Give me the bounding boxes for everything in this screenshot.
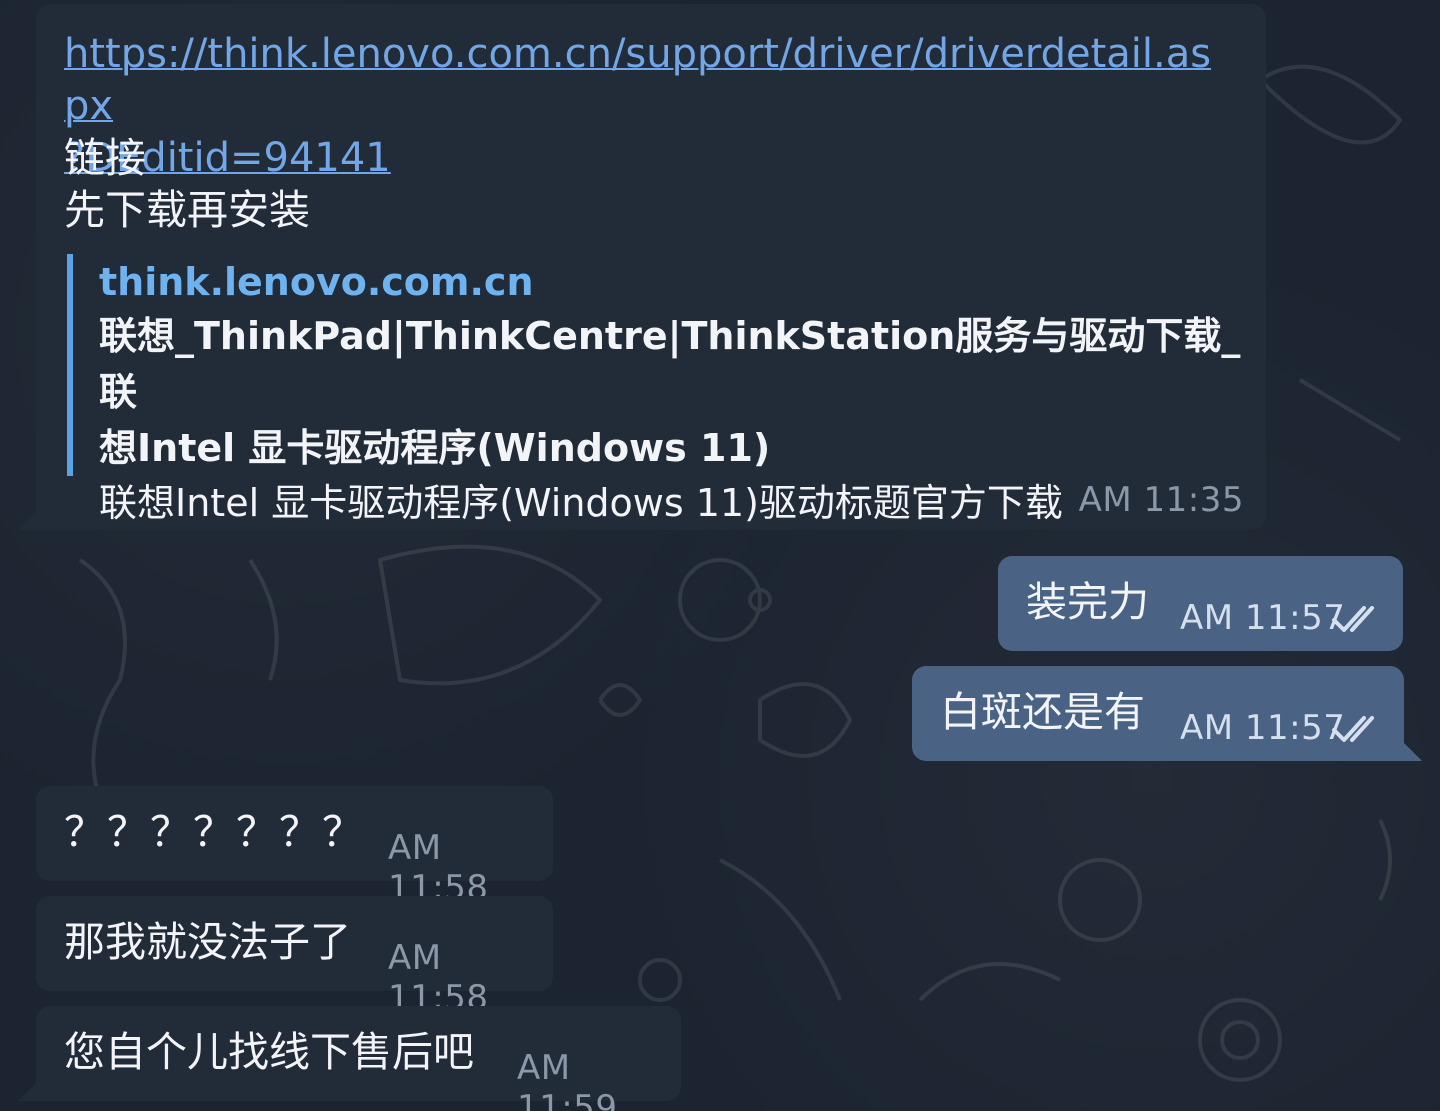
link-preview-title-line2: 想Intel 显卡驱动程序(Windows 11) xyxy=(99,426,771,470)
link-preview[interactable]: think.lenovo.com.cn 联想_ThinkPad|ThinkCen… xyxy=(67,254,1247,525)
message-text: ？？？？？？？ xyxy=(64,808,365,856)
bubble-tail xyxy=(1402,741,1422,761)
message-time: AM 11:57 xyxy=(1180,598,1346,638)
link-preview-title-line1: 联想_ThinkPad|ThinkCentre|ThinkStation服务与驱… xyxy=(99,314,1241,414)
read-double-check-icon xyxy=(1332,716,1374,742)
incoming-message: 那我就没法子了 AM 11:58 xyxy=(36,896,553,1018)
bubble-tail xyxy=(18,1081,38,1101)
bubble-tail xyxy=(18,510,38,530)
message-time: AM 11:57 xyxy=(1180,708,1346,748)
message-time: AM 11:35 xyxy=(1078,480,1244,520)
message-text: 白斑还是有 xyxy=(940,688,1145,736)
message-time: AM 11:59 xyxy=(517,1048,618,1111)
message-text-line1: 链接 xyxy=(64,134,146,182)
message-text: 您自个儿找线下售后吧 xyxy=(64,1028,474,1076)
link-preview-site: think.lenovo.com.cn xyxy=(99,260,534,304)
incoming-message-link: https://think.lenovo.com.cn/support/driv… xyxy=(18,4,1266,530)
incoming-message: ？？？？？？？ AM 11:58 xyxy=(36,786,553,908)
chat-view: https://think.lenovo.com.cn/support/driv… xyxy=(0,0,1440,1111)
read-double-check-icon xyxy=(1332,606,1374,632)
message-text: 装完力 xyxy=(1026,578,1149,626)
link-preview-description: 联想Intel 显卡驱动程序(Windows 11)驱动标题官方下载 xyxy=(99,481,1063,525)
outgoing-message: 白斑还是有 AM 11:57 xyxy=(912,666,1422,761)
message-text-line2: 先下载再安装 xyxy=(64,186,310,234)
outgoing-message: 装完力 AM 11:57 xyxy=(998,556,1403,651)
incoming-message: 您自个儿找线下售后吧 AM 11:59 xyxy=(18,1006,681,1111)
message-text: 那我就没法子了 xyxy=(64,918,351,966)
message-link-line1[interactable]: https://think.lenovo.com.cn/support/driv… xyxy=(64,28,1224,132)
message-link[interactable]: https://think.lenovo.com.cn/support/driv… xyxy=(64,28,1224,184)
message-link-line2[interactable]: ?DEditid=94141 xyxy=(64,132,1224,184)
